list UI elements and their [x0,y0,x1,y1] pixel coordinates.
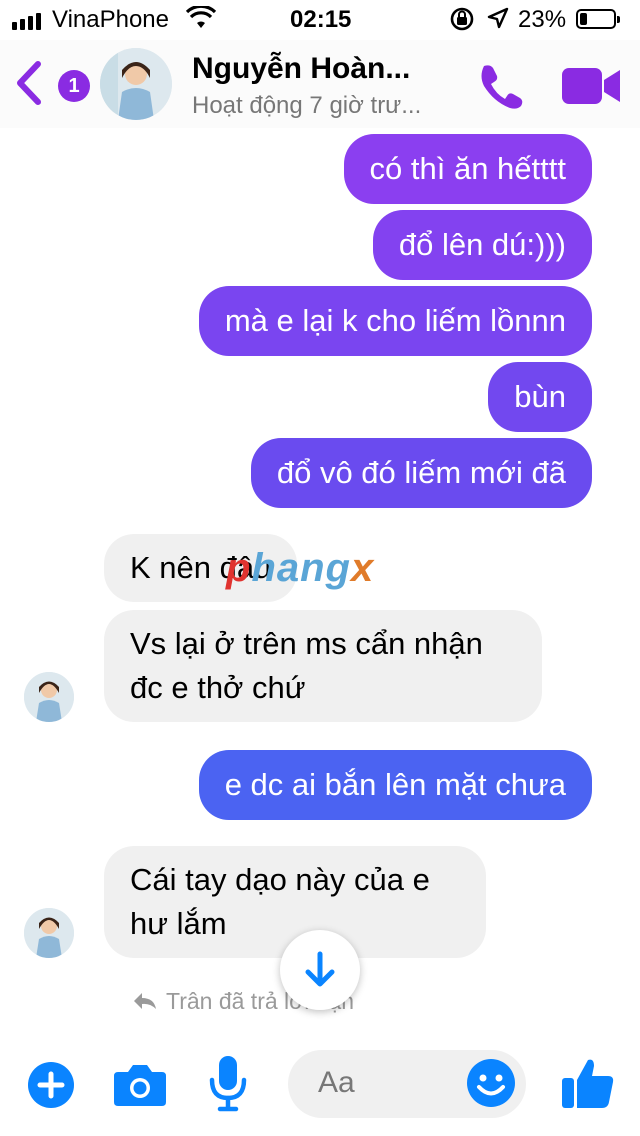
unread-badge: 1 [58,70,90,102]
message-composer: Aa [0,1030,640,1136]
signal-strength-icon [12,10,41,30]
camera-button[interactable] [112,1062,168,1108]
message-bubble-outgoing[interactable]: e dc ai bắn lên mặt chưa [198,750,592,820]
contact-avatar-small[interactable] [24,908,74,958]
video-camera-icon [562,68,620,104]
message-line: Vs lại ở trên ms cẩn nhận [130,626,483,661]
phone-icon [481,65,523,109]
message-bubble-outgoing[interactable]: đổ vô đó liếm mới đã [250,438,592,508]
conversation-header: 1 Nguyễn Hoàn... Hoạt động 7 giờ trư... [0,40,640,128]
thumbs-up-icon [562,1059,614,1108]
contact-avatar[interactable] [100,48,172,120]
rotation-lock-icon [448,6,476,39]
watermark-logo: phangx [226,546,375,590]
microphone-icon [209,1056,247,1112]
emoji-button[interactable] [466,1058,516,1108]
arrow-down-icon [305,951,335,987]
microphone-button[interactable] [208,1054,248,1112]
message-bubble-outgoing[interactable]: mà e lại k cho liếm lồnnn [198,286,592,356]
contact-avatar-small[interactable] [24,672,74,722]
back-chevron-icon [17,61,41,105]
back-button[interactable]: 1 [14,60,90,106]
clock: 02:15 [290,6,352,33]
status-bar: VinaPhone 02:15 23% [0,0,640,40]
message-input-placeholder: Aa [318,1066,355,1099]
like-button[interactable] [560,1054,616,1110]
message-bubble-incoming[interactable]: Vs lại ở trên ms cẩn nhận đc e thở chứ [104,610,542,722]
location-icon [486,6,510,37]
scroll-to-bottom-button[interactable] [280,930,360,1010]
add-button[interactable] [28,1062,74,1108]
emoji-icon [467,1059,515,1107]
battery-percent: 23% [518,6,567,33]
message-bubble-outgoing[interactable]: bùn [488,362,592,432]
message-bubble-outgoing[interactable]: có thì ăn hếtttt [343,134,592,204]
contact-status: Hoạt động 7 giờ trư... [192,92,422,119]
battery-level [580,13,587,25]
carrier-name: VinaPhone [52,6,169,33]
video-call-button[interactable] [560,64,622,108]
message-bubble-outgoing[interactable]: đổ lên dú:))) [372,210,592,280]
plus-icon [37,1071,65,1099]
wifi-icon [185,4,217,37]
battery-icon [576,9,620,29]
contact-name[interactable]: Nguyễn Hoàn... [192,52,410,86]
message-line: đc e thở chứ [130,670,306,705]
camera-icon [114,1065,166,1106]
reply-arrow-icon [134,993,156,1009]
call-button[interactable] [474,60,528,110]
message-line: Cái tay dạo này của e [130,862,430,897]
